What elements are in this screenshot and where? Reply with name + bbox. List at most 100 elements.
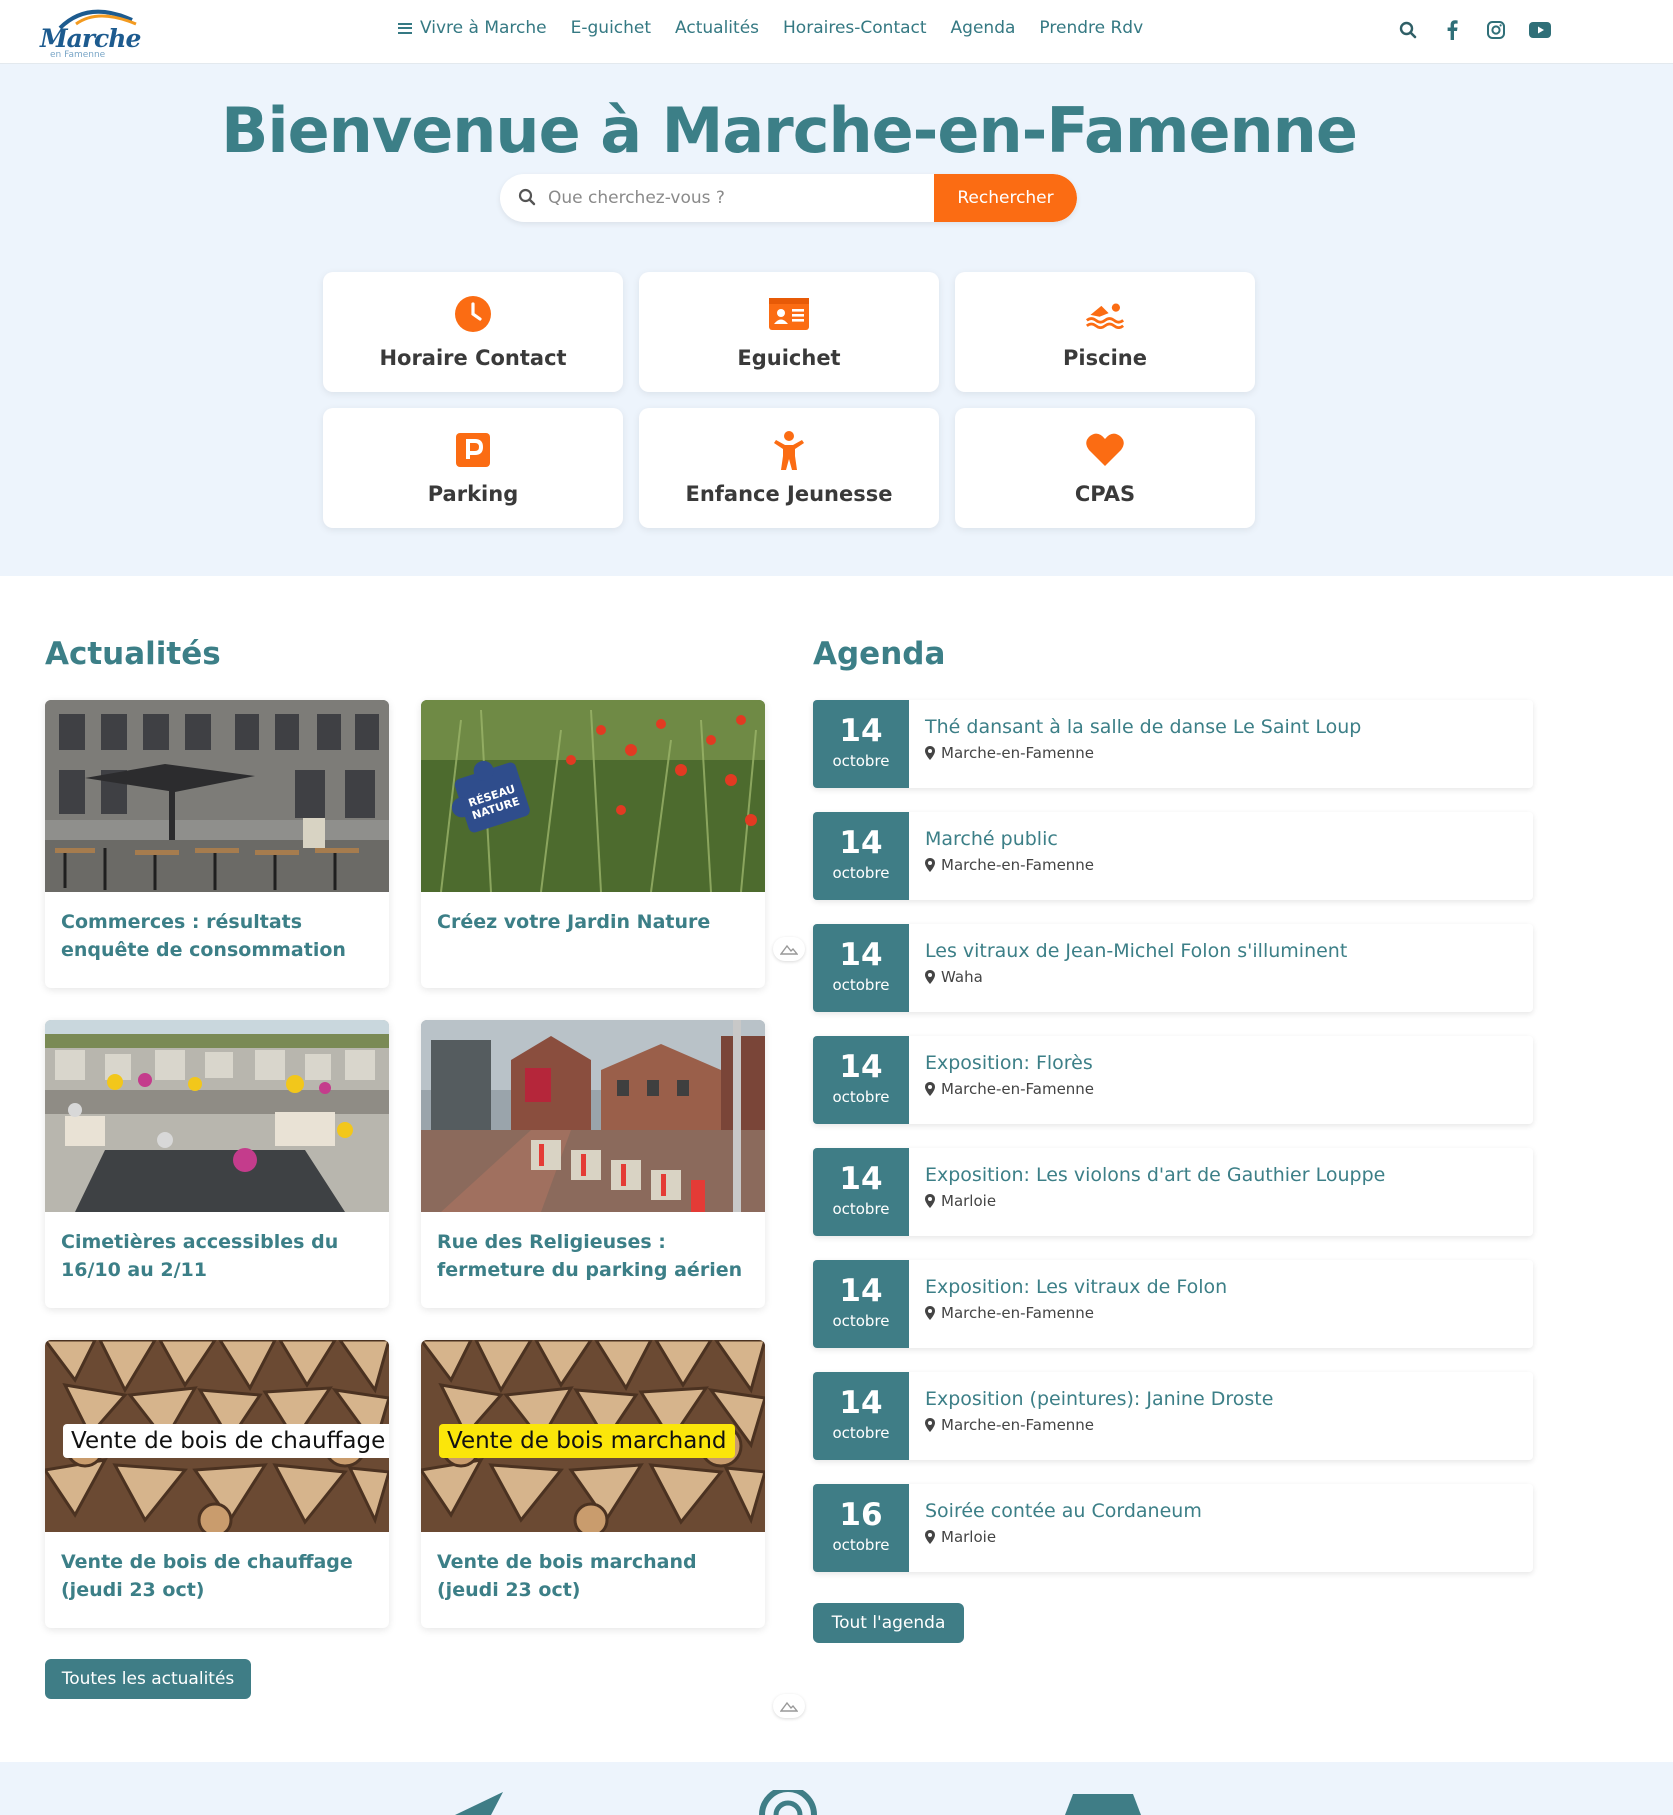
agenda-place: Marche-en-Famenne bbox=[925, 744, 1094, 762]
site-logo[interactable]: Marche en Famenne bbox=[38, 4, 141, 60]
news-card[interactable]: Vente de bois marchand Vente de bois mar… bbox=[421, 1340, 765, 1628]
image-caption: Vente de bois marchand bbox=[439, 1424, 735, 1458]
agenda-item[interactable]: 14 octobre Exposition: Florès Marche-en-… bbox=[813, 1036, 1533, 1124]
agenda-list: 14 octobre Thé dansant à la salle de dan… bbox=[813, 700, 1533, 1596]
nav-e-guichet[interactable]: E-guichet bbox=[571, 18, 651, 38]
tile-horaire-contact[interactable]: Horaire Contact bbox=[323, 272, 623, 392]
agenda-place: Marche-en-Famenne bbox=[925, 856, 1094, 874]
at-sign-icon[interactable] bbox=[758, 1790, 818, 1815]
agenda-item[interactable]: 14 octobre Thé dansant à la salle de dan… bbox=[813, 700, 1533, 788]
agenda-day: 14 bbox=[839, 937, 883, 973]
scroll-indicator[interactable] bbox=[773, 1694, 805, 1718]
agenda-date: 14 octobre bbox=[813, 1260, 909, 1348]
news-card[interactable]: Commerces : résultats enquête de consomm… bbox=[45, 700, 389, 988]
tile-label: CPAS bbox=[1074, 482, 1136, 506]
all-agenda-button[interactable]: Tout l'agenda bbox=[813, 1603, 964, 1643]
news-card[interactable]: Rue des Religieuses : fermeture du parki… bbox=[421, 1020, 765, 1308]
agenda-place: Marche-en-Famenne bbox=[925, 1416, 1094, 1434]
agenda-month: octobre bbox=[832, 1088, 890, 1106]
agenda-item[interactable]: 14 octobre Marché public Marche-en-Famen… bbox=[813, 812, 1533, 900]
tile-label: Piscine bbox=[1063, 346, 1147, 370]
agenda-place-label: Marloie bbox=[941, 1192, 997, 1210]
nav-actualites[interactable]: Actualités bbox=[675, 18, 759, 38]
news-grid: Commerces : résultats enquête de consomm… bbox=[45, 700, 765, 1628]
tile-cpas[interactable]: CPAS bbox=[955, 408, 1255, 528]
agenda-place-label: Marche-en-Famenne bbox=[941, 744, 1095, 762]
nav-agenda[interactable]: Agenda bbox=[951, 18, 1016, 38]
agenda-place: Marloie bbox=[925, 1528, 996, 1546]
agenda-place: Marloie bbox=[925, 1192, 996, 1210]
agenda-title[interactable]: Exposition (peintures): Janine Droste bbox=[925, 1388, 1273, 1410]
menu-icon bbox=[398, 22, 412, 34]
agenda-day: 14 bbox=[839, 713, 883, 749]
news-title[interactable]: Cimetières accessibles du 16/10 au 2/11 bbox=[45, 1212, 389, 1284]
facebook-icon[interactable] bbox=[1440, 18, 1464, 42]
agenda-place-label: Waha bbox=[941, 968, 983, 986]
heart-icon bbox=[1085, 430, 1125, 470]
search-input[interactable] bbox=[548, 174, 928, 222]
tile-eguichet[interactable]: Eguichet bbox=[639, 272, 939, 392]
id-card-icon bbox=[769, 294, 809, 334]
news-title[interactable]: Créez votre Jardin Nature bbox=[421, 892, 765, 936]
firewood-photo: Vente de bois de chauffage bbox=[45, 1340, 389, 1532]
agenda-title[interactable]: Les vitraux de Jean-Michel Folon s'illum… bbox=[925, 940, 1347, 962]
news-title[interactable]: Vente de bois de chauffage (jeudi 23 oct… bbox=[45, 1532, 389, 1604]
tile-enfance-jeunesse[interactable]: Enfance Jeunesse bbox=[639, 408, 939, 528]
news-card[interactable]: Vente de bois de chauffage Vente de bois… bbox=[45, 1340, 389, 1628]
agenda-item[interactable]: 14 octobre Exposition: Les violons d'art… bbox=[813, 1148, 1533, 1236]
nav-vivre-a-marche[interactable]: Vivre à Marche bbox=[398, 18, 547, 38]
news-title[interactable]: Rue des Religieuses : fermeture du parki… bbox=[421, 1212, 765, 1284]
news-title[interactable]: Vente de bois marchand (jeudi 23 oct) bbox=[421, 1532, 765, 1604]
nav-prendre-rdv[interactable]: Prendre Rdv bbox=[1039, 18, 1143, 38]
instagram-icon[interactable] bbox=[1484, 18, 1508, 42]
agenda-date: 14 octobre bbox=[813, 924, 909, 1012]
map-pin-icon bbox=[925, 1082, 935, 1096]
nav-horaires-contact[interactable]: Horaires-Contact bbox=[783, 18, 927, 38]
agenda-day: 14 bbox=[839, 1273, 883, 1309]
agenda-date: 14 octobre bbox=[813, 1036, 909, 1124]
quick-links: Horaire Contact Eguichet Piscine Parking… bbox=[323, 272, 1255, 528]
agenda-title[interactable]: Exposition: Florès bbox=[925, 1052, 1093, 1074]
all-news-button[interactable]: Toutes les actualités bbox=[45, 1659, 251, 1699]
search-icon bbox=[518, 188, 538, 208]
agenda-item[interactable]: 14 octobre Les vitraux de Jean-Michel Fo… bbox=[813, 924, 1533, 1012]
street-photo bbox=[421, 1020, 765, 1212]
agenda-item[interactable]: 14 octobre Exposition (peintures): Janin… bbox=[813, 1372, 1533, 1460]
nav-label: Vivre à Marche bbox=[420, 18, 547, 38]
news-card[interactable]: RÉSEAU NATURE Créez votre Jardin Nature bbox=[421, 700, 765, 988]
paper-plane-icon[interactable] bbox=[455, 1792, 505, 1815]
tile-piscine[interactable]: Piscine bbox=[955, 272, 1255, 392]
search-button[interactable]: Rechercher bbox=[934, 174, 1077, 222]
garden-photo: RÉSEAU NATURE bbox=[421, 700, 765, 892]
agenda-item[interactable]: 14 octobre Exposition: Les vitraux de Fo… bbox=[813, 1260, 1533, 1348]
map-pin-icon bbox=[925, 1418, 935, 1432]
search-icon[interactable] bbox=[1396, 18, 1420, 42]
agenda-place-label: Marloie bbox=[941, 1528, 997, 1546]
youtube-icon[interactable] bbox=[1528, 18, 1552, 42]
agenda-title[interactable]: Thé dansant à la salle de danse Le Saint… bbox=[925, 716, 1361, 738]
tile-label: Horaire Contact bbox=[379, 346, 567, 370]
tile-label: Enfance Jeunesse bbox=[685, 482, 893, 506]
scroll-indicator[interactable] bbox=[773, 937, 805, 961]
news-card[interactable]: Cimetières accessibles du 16/10 au 2/11 bbox=[45, 1020, 389, 1308]
parking-icon bbox=[453, 430, 493, 470]
agenda-title[interactable]: Exposition: Les vitraux de Folon bbox=[925, 1276, 1227, 1298]
page-title: Bienvenue à Marche-en-Famenne bbox=[221, 94, 1358, 167]
agenda-title[interactable]: Marché public bbox=[925, 828, 1058, 850]
agenda-title[interactable]: Exposition: Les violons d'art de Gauthie… bbox=[925, 1164, 1385, 1186]
news-title[interactable]: Commerces : résultats enquête de consomm… bbox=[45, 892, 389, 964]
agenda-place: Waha bbox=[925, 968, 983, 986]
news-section-title: Actualités bbox=[45, 636, 221, 672]
tile-parking[interactable]: Parking bbox=[323, 408, 623, 528]
terrace-photo bbox=[45, 700, 389, 892]
agenda-place: Marche-en-Famenne bbox=[925, 1304, 1094, 1322]
agenda-date: 14 octobre bbox=[813, 1148, 909, 1236]
agenda-section-title: Agenda bbox=[813, 636, 946, 672]
store-icon[interactable] bbox=[1065, 1794, 1141, 1815]
agenda-title[interactable]: Soirée contée au Cordaneum bbox=[925, 1500, 1202, 1522]
map-pin-icon bbox=[925, 858, 935, 872]
logo-text: Marche bbox=[40, 24, 141, 53]
mountain-icon bbox=[780, 1701, 798, 1712]
agenda-item[interactable]: 16 octobre Soirée contée au Cordaneum Ma… bbox=[813, 1484, 1533, 1572]
map-pin-icon bbox=[925, 1194, 935, 1208]
